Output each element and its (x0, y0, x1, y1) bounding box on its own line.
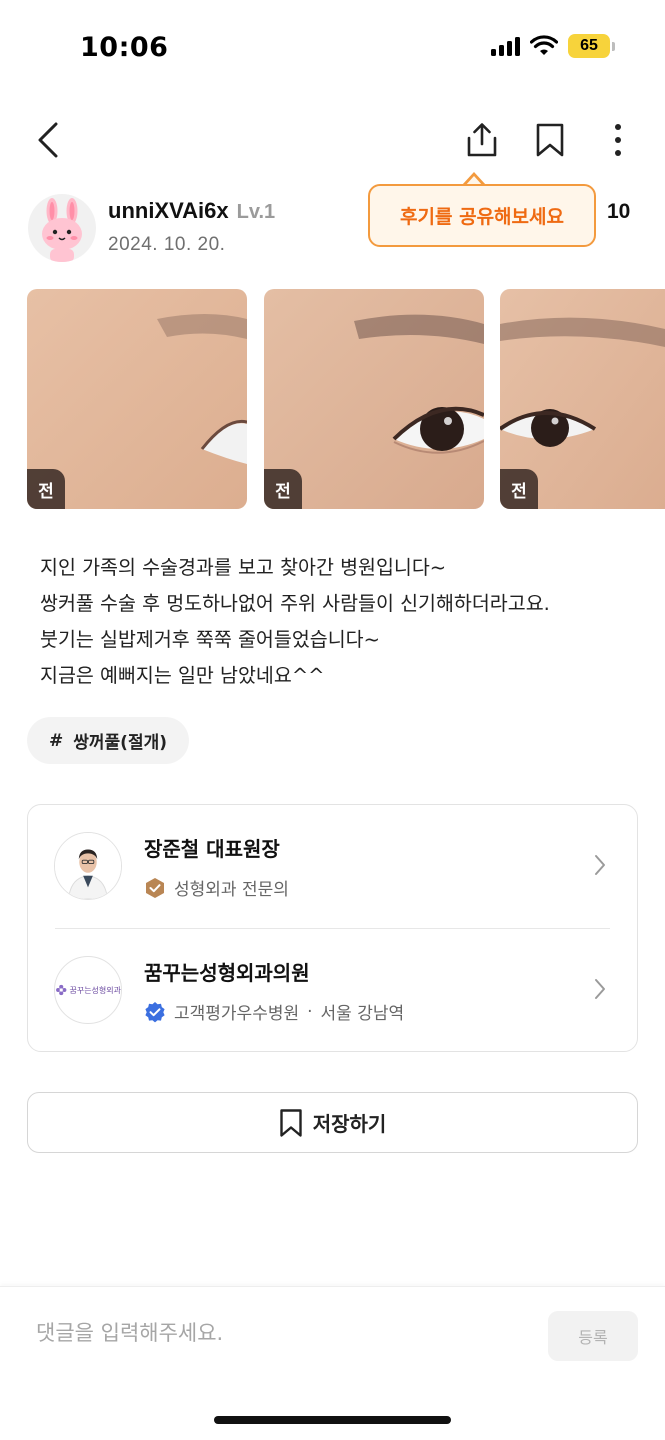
review-line: 지인 가족의 수술경과를 보고 찾아간 병원입니다~ (40, 556, 447, 579)
post-date: 2024. 10. 20. (108, 234, 226, 255)
tag-label: 쌍꺼풀(절개) (73, 733, 167, 753)
status-time: 10:06 (80, 32, 169, 63)
back-icon (38, 122, 58, 158)
share-icon (467, 123, 497, 157)
doctor-specialty-row: 성형외과 전문의 (144, 875, 289, 900)
clinic-name: 꿈꾸는성형외과의원 (144, 961, 310, 985)
doctor-portrait-icon (55, 833, 121, 899)
review-line: 지금은 예뻐지는 일만 남았네요^^ (40, 664, 325, 687)
share-button[interactable] (460, 118, 504, 162)
specialist-badge-icon (146, 877, 164, 898)
review-photo-2[interactable]: 전 (264, 289, 484, 509)
clinic-row[interactable]: 꿈꾸는성형외과 꿈꾸는성형외과의원 고객평가우수병원 · 서울 강남역 (28, 929, 637, 1052)
before-badge: 전 (27, 469, 65, 509)
save-label: 저장하기 (312, 1114, 387, 1136)
author-name[interactable]: unniXVAi6x (108, 198, 229, 224)
flower-logo-icon (56, 984, 67, 996)
comment-input[interactable] (36, 1313, 516, 1353)
author-name-row: unniXVAi6x Lv.1 (108, 198, 275, 224)
clinic-meta-row: 고객평가우수병원 · 서울 강남역 (144, 999, 404, 1024)
doctor-clinic-card: 장준철 대표원장 성형외과 전문의 꿈꾸는성형외과 꿈꾸는성형외과의원 고객평가… (27, 804, 638, 1052)
clinic-logo: 꿈꾸는성형외과 (54, 956, 122, 1024)
submit-comment-button[interactable]: 등록 (548, 1311, 638, 1361)
wifi-icon (530, 35, 558, 55)
clinic-location: 서울 강남역 (320, 1004, 405, 1024)
signal-icon (491, 36, 520, 56)
bunny-avatar-icon (42, 198, 82, 262)
author-level: Lv.1 (236, 201, 276, 223)
review-body: 지인 가족의 수술경과를 보고 찾아간 병원입니다~ 쌍커풀 수술 후 멍도하나… (40, 550, 640, 694)
save-button[interactable]: 저장하기 (27, 1092, 638, 1153)
back-button[interactable] (28, 118, 68, 162)
chevron-right-icon (595, 979, 605, 999)
before-badge: 전 (264, 469, 302, 509)
review-line: 붓기는 실밥제거후 쭉쭉 줄어들었습니다~ (40, 628, 380, 651)
bookmark-icon (279, 1108, 302, 1137)
verified-badge-icon (145, 1001, 165, 1022)
doctor-specialty: 성형외과 전문의 (174, 880, 289, 900)
clinic-logo-text: 꿈꾸는성형외과 (69, 985, 121, 995)
before-badge: 전 (500, 469, 538, 509)
author-avatar[interactable] (28, 194, 96, 262)
chevron-right-icon (595, 855, 605, 875)
bookmark-icon (536, 123, 564, 157)
review-photo-1[interactable]: 전 (27, 289, 247, 509)
doctor-name: 장준철 대표원장 (144, 837, 280, 861)
share-tooltip[interactable]: 후기를 공유해보세요 (368, 184, 596, 247)
battery-level: 65 (568, 34, 610, 58)
doctor-avatar (54, 832, 122, 900)
more-button[interactable] (600, 118, 636, 162)
status-icons: 65 (491, 34, 615, 58)
more-icon (615, 124, 621, 156)
bookmark-button[interactable] (530, 118, 570, 162)
review-photo-3[interactable]: 전 (500, 289, 665, 509)
hash-icon: # (49, 730, 64, 751)
home-indicator[interactable] (214, 1416, 451, 1424)
battery-icon: 65 (568, 34, 615, 58)
doctor-row[interactable]: 장준철 대표원장 성형외과 전문의 (28, 805, 637, 928)
clinic-badge-label: 고객평가우수병원 (174, 1004, 300, 1024)
separator: · (307, 1001, 313, 1022)
procedure-tag[interactable]: # 쌍꺼풀(절개) (27, 717, 189, 764)
review-line: 쌍커풀 수술 후 멍도하나없어 주위 사람들이 신기해하더라고요. (40, 592, 550, 615)
view-count: 10 (607, 200, 631, 223)
